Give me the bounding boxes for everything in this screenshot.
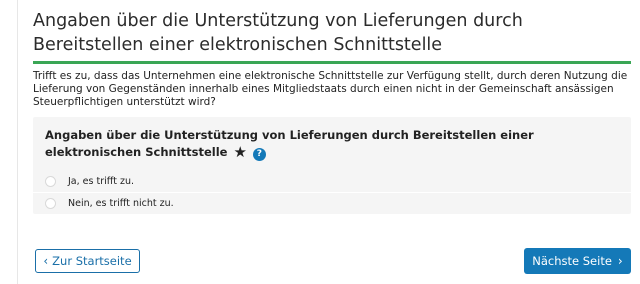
page-title: Angaben über die Unterstützung von Liefe… [33, 11, 523, 55]
question-card: Angaben über die Unterstützung von Liefe… [33, 117, 631, 214]
chevron-left-icon: ‹ [43, 254, 49, 268]
question-header: Angaben über die Unterstützung von Liefe… [33, 127, 631, 171]
title-divider [33, 61, 631, 64]
help-icon[interactable]: ? [252, 148, 266, 161]
option-nein-label[interactable]: Nein, es trifft nicht zu. [68, 198, 174, 209]
option-ja-label[interactable]: Ja, es trifft zu. [68, 176, 134, 187]
next-button-label: Nächste Seite [532, 254, 612, 268]
left-border [17, 0, 18, 284]
option-nein[interactable]: Nein, es trifft nicht zu. [33, 192, 631, 214]
radio-nein[interactable] [45, 198, 56, 209]
question-label: Angaben über die Unterstützung von Liefe… [45, 128, 534, 159]
back-button-label: Zur Startseite [52, 254, 132, 268]
radio-ja[interactable] [45, 176, 56, 187]
required-star-icon: ★ [233, 143, 247, 161]
next-page-button[interactable]: Nächste Seite › [524, 248, 631, 274]
back-to-start-button[interactable]: ‹ Zur Startseite [35, 249, 140, 273]
chevron-right-icon: › [617, 254, 623, 268]
option-ja[interactable]: Ja, es trifft zu. [33, 171, 631, 192]
form-section: Angaben über die Unterstützung von Liefe… [33, 9, 631, 214]
question-description: Trifft es zu, dass das Unternehmen eine … [33, 70, 628, 108]
